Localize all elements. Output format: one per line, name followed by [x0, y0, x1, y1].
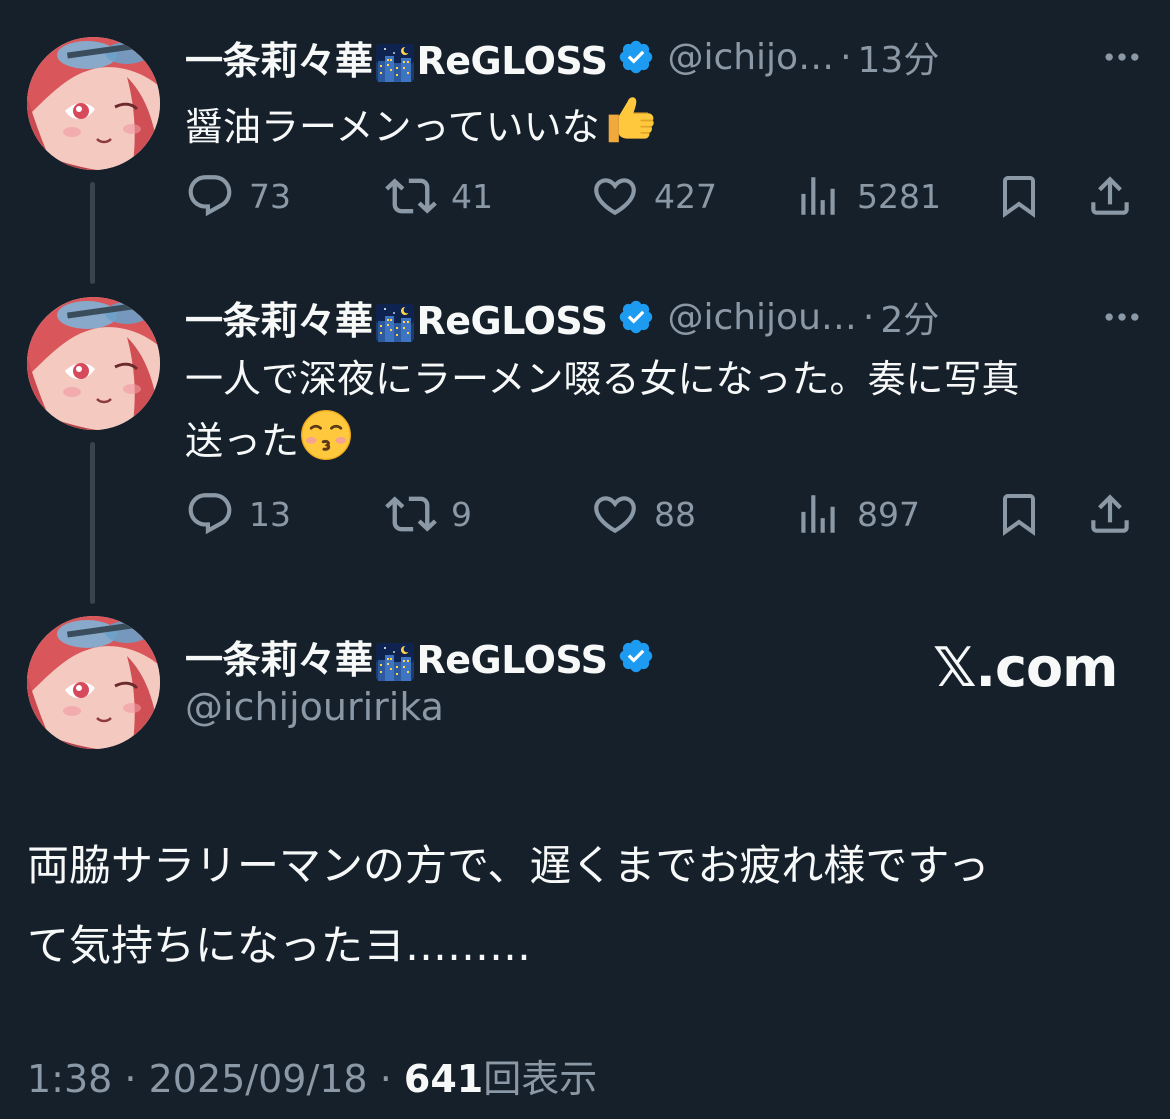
display-name[interactable]: 一条莉々華 ReGLOSS: [185, 290, 608, 345]
tweet-text: 一人で深夜にラーメン啜る女になった。奏に写真 送った: [185, 350, 1130, 470]
tweet-header: 一条莉々華 ReGLOSS @ichijou… · 2分: [185, 290, 1144, 345]
display-name-suffix: ReGLOSS: [416, 637, 608, 682]
views-count: 897: [857, 494, 920, 534]
meta-date[interactable]: 2025/09/18: [149, 1057, 368, 1101]
bookmark-button[interactable]: [995, 484, 1043, 544]
display-name-suffix: ReGLOSS: [416, 38, 608, 83]
more-dots-icon[interactable]: [1100, 295, 1144, 339]
avatar[interactable]: [27, 297, 160, 430]
main-tweet-text-line-2: て気持ちになったヨ………: [27, 921, 532, 970]
verified-badge-icon[interactable]: [617, 298, 655, 336]
meta-separator: ·: [367, 1057, 404, 1101]
user-handle[interactable]: @ichijou…: [667, 297, 856, 338]
retweet-count: 41: [451, 176, 493, 216]
tweet-text-line-2: 送った: [185, 419, 300, 463]
verified-badge-icon[interactable]: [617, 637, 655, 675]
separator-dot: ·: [840, 36, 852, 78]
action-bar: 73 41 427 5281: [185, 166, 1140, 226]
tweet-2[interactable]: 一条莉々華 ReGLOSS @ichijou… · 2分 一人で深夜にラーメン啜る…: [0, 290, 1170, 610]
kissing-face-emoji-icon: [299, 408, 353, 462]
bookmark-button[interactable]: [995, 166, 1043, 226]
views-button[interactable]: 897: [793, 484, 920, 544]
tweet-timestamp[interactable]: 2分: [880, 291, 939, 343]
reply-button[interactable]: 73: [185, 166, 291, 226]
display-name-prefix: 一条莉々華: [185, 298, 373, 343]
like-button[interactable]: 427: [590, 166, 717, 226]
main-tweet-text: 両脇サラリーマンの方で、遅くまでお疲れ様ですっ て気持ちになったヨ………: [27, 826, 1130, 986]
reply-count: 73: [249, 176, 291, 216]
bookmark-icon: [995, 172, 1043, 220]
tweet-text-line-2-wrap: 送った: [185, 408, 1130, 470]
retweet-button[interactable]: 41: [385, 166, 493, 226]
heart-icon: [590, 489, 640, 539]
x-logo-watermark: 𝕏.com: [933, 636, 1118, 699]
views-count: 5281: [857, 176, 941, 216]
reply-icon: [185, 489, 235, 539]
tweet-text-line-1: 一人で深夜にラーメン啜る女になった。奏に写真: [185, 357, 1020, 401]
views-button[interactable]: 5281: [793, 166, 941, 226]
night-city-emoji-icon: [375, 43, 415, 83]
meta-views-label: 回表示: [483, 1057, 598, 1101]
analytics-icon: [793, 489, 843, 539]
thread-connector: [90, 442, 95, 604]
bookmark-icon: [995, 490, 1043, 538]
reply-button[interactable]: 13: [185, 484, 291, 544]
retweet-icon: [385, 488, 437, 540]
share-button[interactable]: [1085, 484, 1135, 544]
user-handle[interactable]: @ichijouririka: [185, 685, 444, 729]
separator-dot: ·: [862, 296, 875, 338]
action-bar: 13 9 88 897: [185, 484, 1140, 544]
thread-connector: [90, 182, 95, 284]
share-icon: [1085, 489, 1135, 539]
x-brand-text: 𝕏.com: [933, 636, 1118, 699]
like-count: 427: [654, 176, 717, 216]
user-handle[interactable]: @ichijo…: [667, 37, 834, 78]
reply-count: 13: [249, 494, 291, 534]
tweet-text-body: 醤油ラーメンっていいな: [185, 105, 600, 149]
verified-badge-icon[interactable]: [617, 38, 655, 76]
meta-views-count[interactable]: 641: [404, 1057, 483, 1101]
meta-time[interactable]: 1:38: [27, 1057, 112, 1101]
tweet-1[interactable]: 一条莉々華 ReGLOSS @ichijo… · 13分 醤油ラーメンっていいな …: [0, 0, 1170, 290]
tweet-header: 一条莉々華 ReGLOSS @ichijo… · 13分: [185, 30, 1144, 85]
avatar[interactable]: [27, 616, 160, 749]
like-count: 88: [654, 494, 696, 534]
retweet-count: 9: [451, 494, 472, 534]
thumbs-up-emoji-icon: [600, 90, 658, 148]
share-button[interactable]: [1085, 166, 1135, 226]
retweet-icon: [385, 170, 437, 222]
night-city-emoji-icon: [375, 642, 415, 682]
night-city-emoji-icon: [375, 303, 415, 343]
reply-icon: [185, 171, 235, 221]
share-icon: [1085, 171, 1135, 221]
tweet-text: 醤油ラーメンっていいな: [185, 90, 1130, 156]
main-tweet-author: 一条莉々華 ReGLOSS: [185, 628, 667, 684]
tweet-timestamp[interactable]: 13分: [858, 31, 940, 83]
heart-icon: [590, 171, 640, 221]
display-name[interactable]: 一条莉々華 ReGLOSS: [185, 629, 608, 684]
more-dots-icon[interactable]: [1100, 35, 1144, 79]
display-name[interactable]: 一条莉々華 ReGLOSS: [185, 30, 608, 85]
main-tweet-text-line-1: 両脇サラリーマンの方で、遅くまでお疲れ様ですっ: [27, 841, 990, 890]
like-button[interactable]: 88: [590, 484, 696, 544]
retweet-button[interactable]: 9: [385, 484, 472, 544]
display-name-suffix: ReGLOSS: [416, 298, 608, 343]
avatar[interactable]: [27, 37, 160, 170]
analytics-icon: [793, 171, 843, 221]
meta-separator: ·: [112, 1057, 149, 1101]
display-name-prefix: 一条莉々華: [185, 637, 373, 682]
display-name-prefix: 一条莉々華: [185, 38, 373, 83]
tweet-meta: 1:38 · 2025/09/18 · 641回表示: [27, 1048, 597, 1103]
